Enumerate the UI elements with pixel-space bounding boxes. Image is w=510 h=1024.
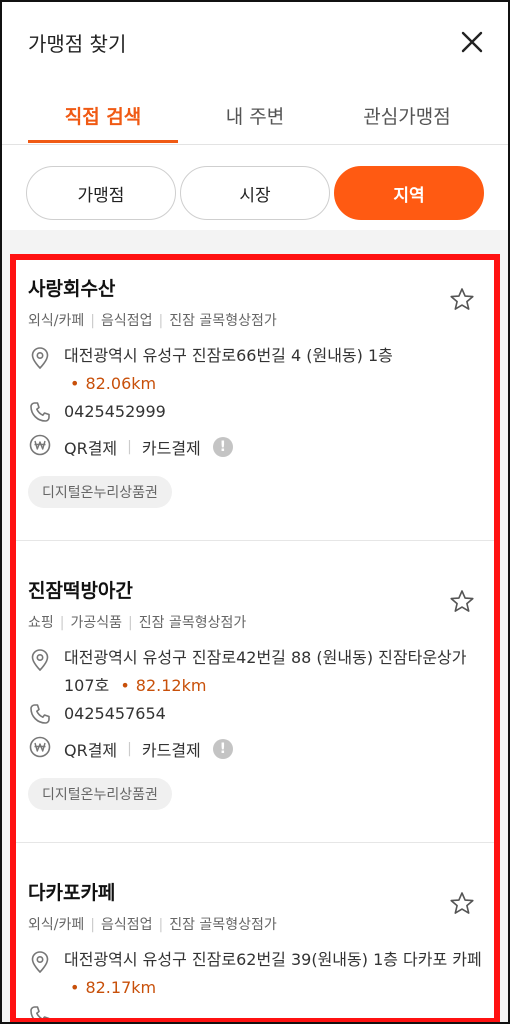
store-address: 대전광역시 유성구 진잠로42번길 88 (원내동) 진잠타운상가 107호 •… [64,648,467,695]
distance-text: 82.06km [85,374,157,393]
category-label: 가공식품 [70,615,123,631]
store-categories: 외식/카페 | 음식점업 | 진잠 골목형상점가 [28,917,277,933]
store-name: 다카포카페 [28,882,116,904]
category-label: 음식점업 [100,917,153,933]
store-list: 사랑회수산 외식/카페 | 음식점업 | 진잠 골목형상점가 대전광역시 유성구 진잠로… [16,260,494,1024]
store-categories: 쇼핑 | 가공식품 | 진잠 골목형상점가 [28,615,247,631]
won-icon [29,736,51,758]
phone-icon [30,402,50,422]
category-label: 음식점업 [100,313,153,329]
payment-qr: QR결제 [64,741,118,760]
payment-methods: QR결제 | 카드결제! [64,737,233,761]
distance-text: 82.12km [135,676,207,695]
payment-card: 카드결제 [141,439,201,458]
store-card[interactable]: 사랑회수산 외식/카페 | 음식점업 | 진잠 골목형상점가 대전광역시 유성구 진잠로… [16,260,494,541]
payment-qr: QR결제 [64,439,118,458]
star-icon[interactable] [448,890,476,918]
store-address: 대전광역시 유성구 진잠로62번길 39(원내동) 1층 다카포 카페 • 82.… [64,950,482,997]
filter-store-button[interactable]: 가맹점 [26,166,176,220]
category-label: 진잠 골목형상점가 [138,615,247,631]
tab-direct-search[interactable]: 직접 검색 [28,102,178,129]
location-pin-icon [31,951,49,974]
payment-card: 카드결제 [141,741,201,760]
tab-favorites[interactable]: 관심가맹점 [332,102,482,129]
store-card[interactable]: 진잠떡방아간 쇼핑 | 가공식품 | 진잠 골목형상점가 대전광역시 유성구 진잠로42… [16,540,494,843]
location-pin-icon [31,347,49,370]
category-label: 외식/카페 [28,313,85,329]
tab-bar: 직접 검색 내 주변 관심가맹점 [0,84,510,145]
store-categories: 외식/카페 | 음식점업 | 진잠 골목형상점가 [28,313,277,329]
location-pin-icon [31,649,49,672]
store-address: 대전광역시 유성구 진잠로66번길 4 (원내동) 1층 • 82.06km [64,346,393,393]
store-name: 진잠떡방아간 [28,580,133,602]
category-label: 외식/카페 [28,917,85,933]
distance-text: 82.17km [85,978,157,997]
phone-icon [30,1006,50,1024]
page-title: 가맹점 찾기 [28,32,127,56]
payment-methods: QR결제 | 카드결제! [64,435,233,459]
star-icon[interactable] [448,286,476,314]
store-name: 사랑회수산 [28,278,116,300]
store-phone[interactable]: 0425457654 [64,704,166,723]
star-icon[interactable] [448,588,476,616]
close-icon[interactable] [456,26,488,58]
address-text: 대전광역시 유성구 진잠로66번길 4 (원내동) 1층 [64,346,393,365]
store-card[interactable]: 다카포카페 외식/카페 | 음식점업 | 진잠 골목형상점가 대전광역시 유성구 진잠로… [16,842,494,1024]
header: 가맹점 찾기 [0,0,510,84]
info-icon[interactable]: ! [212,739,233,759]
active-tab-indicator [28,140,178,143]
voucher-tag: 디지털온누리상품권 [28,778,172,810]
filter-region-button[interactable]: 지역 [334,166,484,220]
category-label: 쇼핑 [28,615,54,631]
voucher-tag: 디지털온누리상품권 [28,476,172,508]
tab-nearby[interactable]: 내 주변 [182,102,328,129]
info-icon[interactable]: ! [212,437,233,457]
category-label: 진잠 골목형상점가 [169,917,277,933]
category-label: 진잠 골목형상점가 [169,313,277,329]
filter-market-button[interactable]: 시장 [180,166,330,220]
phone-icon [30,704,50,724]
store-phone[interactable]: 0425452999 [64,402,166,421]
address-text: 대전광역시 유성구 진잠로62번길 39(원내동) 1층 다카포 카페 [64,950,482,969]
won-icon [29,434,51,456]
